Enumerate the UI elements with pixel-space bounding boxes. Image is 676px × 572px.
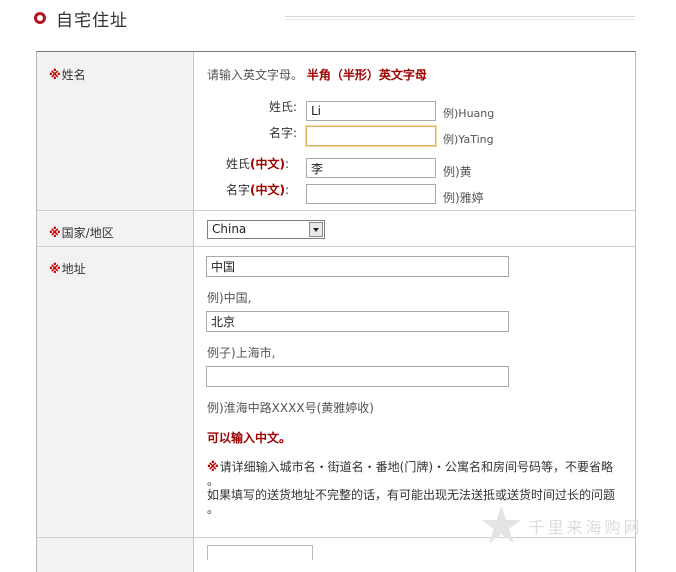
- section-title: 自宅住址: [56, 10, 128, 31]
- address-country-example: 例)中国,: [207, 291, 252, 305]
- address-street-example: 例)淮海中路XXXX号(黄雅婷收): [207, 401, 374, 415]
- surname-cn-label-tag: (中文): [250, 157, 285, 171]
- name-label-text: 姓名: [61, 68, 86, 82]
- country-row-label: ※国家/地区: [49, 224, 114, 241]
- row-divider: [37, 210, 635, 211]
- name-row-label: ※姓名: [49, 66, 86, 83]
- watermark-text: 千里来海购网: [528, 518, 643, 537]
- surname-example: 例)Huang: [443, 107, 495, 120]
- surname-cn-label: 姓氏(中文):: [226, 155, 289, 172]
- name-note: 请输入英文字母。: [207, 68, 304, 82]
- given-name-cn-label-colon: :: [285, 183, 290, 197]
- row-divider: [37, 246, 635, 247]
- surname-cn-label-colon: :: [285, 157, 290, 171]
- address-warning-line1: ※请详细输入城市名・街道名・番地(门牌)・公寓名和房间号码等，不要省略: [207, 458, 613, 475]
- surname-cn-input[interactable]: [306, 158, 436, 178]
- given-name-label: 名字:: [268, 126, 297, 140]
- surname-cn-example: 例)黄: [443, 165, 472, 179]
- address-warning-line2-end: 。: [207, 502, 220, 516]
- required-mark: ※: [49, 226, 61, 240]
- next-row-input[interactable]: [207, 545, 313, 560]
- header-divider-shadow: [285, 19, 635, 20]
- warning-text-1: 请详细输入城市名・街道名・番地(门牌)・公寓名和房间号码等，不要省略: [219, 460, 614, 474]
- chevron-down-icon[interactable]: [309, 222, 323, 237]
- given-name-cn-label: 名字(中文):: [226, 181, 289, 198]
- address-city-input[interactable]: [206, 311, 509, 332]
- watermark: ★ 千里来海购网: [478, 500, 642, 552]
- address-form: ※姓名 请输入英文字母。 半角（半形）英文字母 姓氏: 例)Huang 名字: …: [36, 51, 636, 572]
- section-header: 自宅住址: [34, 6, 128, 31]
- address-label-text: 地址: [61, 262, 86, 276]
- required-mark: ※: [49, 262, 61, 276]
- circle-bullet-icon: [34, 12, 46, 24]
- header-divider: [285, 16, 635, 17]
- address-row-label: ※地址: [49, 260, 86, 277]
- surname-cn-label-text: 姓氏: [226, 157, 251, 171]
- given-name-cn-label-text: 名字: [226, 183, 251, 197]
- address-city-example: 例子)上海市,: [207, 346, 276, 360]
- chinese-allowed-note: 可以输入中文。: [207, 431, 292, 445]
- given-name-cn-input[interactable]: [306, 184, 436, 204]
- address-country-input[interactable]: [206, 256, 509, 277]
- given-name-example: 例)YaTing: [443, 133, 494, 146]
- name-note-highlight: 半角（半形）英文字母: [306, 68, 427, 82]
- surname-label: 姓氏:: [268, 100, 297, 114]
- given-name-cn-label-tag: (中文): [250, 183, 285, 197]
- star-icon: ★: [478, 496, 525, 556]
- country-select-value: China: [212, 222, 247, 236]
- label-column: [37, 52, 194, 572]
- surname-input[interactable]: [306, 101, 436, 121]
- country-label-text: 国家/地区: [61, 226, 114, 240]
- given-name-input[interactable]: [306, 126, 436, 146]
- country-select[interactable]: China: [207, 220, 325, 239]
- name-instructions: 请输入英文字母。 半角（半形）英文字母: [207, 66, 427, 83]
- required-mark: ※: [49, 68, 61, 82]
- given-name-cn-example: 例)雅婷: [443, 191, 484, 205]
- address-street-input[interactable]: [206, 366, 509, 387]
